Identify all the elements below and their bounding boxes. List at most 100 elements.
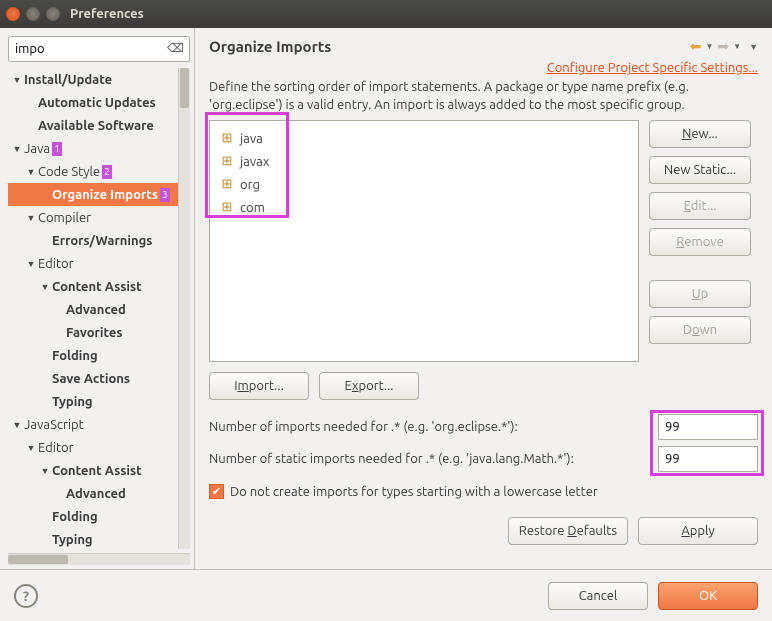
tree-item-available-software[interactable]: Available Software xyxy=(8,114,190,137)
tree-item-js-editor[interactable]: ▼Editor xyxy=(8,436,190,459)
page-nav-toolbar: ⬅ ▼ ➡ ▼ ▼ xyxy=(690,38,758,55)
tree-item-automatic-updates[interactable]: Automatic Updates xyxy=(8,91,190,114)
export-button[interactable]: Export... xyxy=(319,372,419,400)
import-group-item[interactable]: ⊞ com xyxy=(214,196,634,219)
package-icon: ⊞ xyxy=(220,132,234,146)
tree-item-java-editor[interactable]: ▼Editor xyxy=(8,252,190,275)
tree-item-label: Editor xyxy=(36,441,74,455)
expand-arrow-icon[interactable]: ▼ xyxy=(40,282,50,292)
tree-item-label: Folding xyxy=(50,510,98,524)
tree-item-advanced[interactable]: Advanced xyxy=(8,298,190,321)
import-button[interactable]: Import... xyxy=(209,372,309,400)
package-icon: ⊞ xyxy=(220,178,234,192)
new-static-button[interactable]: New Static... xyxy=(649,156,751,184)
window-maximize-button[interactable] xyxy=(46,7,60,21)
tree-item-label: Content Assist xyxy=(50,464,142,478)
package-icon: ⊞ xyxy=(220,155,234,169)
tree-item-label: Advanced xyxy=(64,303,126,317)
expand-arrow-icon[interactable]: ▼ xyxy=(12,420,22,430)
expand-arrow-icon[interactable]: ▼ xyxy=(12,75,22,85)
page-description: Define the sorting order of import state… xyxy=(209,79,758,114)
tree-item-label: Compiler xyxy=(36,211,91,225)
expand-arrow-icon[interactable]: ▼ xyxy=(26,167,36,177)
expand-arrow-icon[interactable]: ▼ xyxy=(26,259,36,269)
import-group-item[interactable]: ⊞javax xyxy=(214,150,634,173)
edit-button[interactable]: Edit... xyxy=(649,192,751,220)
tree-h-scrollbar[interactable] xyxy=(8,553,190,565)
nav-back-menu-icon[interactable]: ▼ xyxy=(706,42,714,51)
new-button[interactable]: New... xyxy=(649,120,751,148)
tree-item-javascript[interactable]: ▼JavaScript xyxy=(8,413,190,436)
tree-item-label: Install/Update xyxy=(22,73,112,87)
imports-threshold-label: Number of imports needed for .* (e.g. 'o… xyxy=(209,420,658,434)
tree-item-errors-warnings[interactable]: Errors/Warnings xyxy=(8,229,190,252)
tree-item-label: Typing xyxy=(50,395,93,409)
ok-button[interactable]: OK xyxy=(658,582,758,610)
window-minimize-button[interactable] xyxy=(26,7,40,21)
preferences-page: Organize Imports ⬅ ▼ ➡ ▼ ▼ Configure Pro… xyxy=(195,28,772,569)
import-group-item[interactable]: ⊞org xyxy=(214,173,634,196)
tree-item-label: Organize Imports xyxy=(50,188,158,202)
down-button[interactable]: Down xyxy=(649,316,751,344)
tree-item-compiler[interactable]: ▼Compiler xyxy=(8,206,190,229)
tree-item-label: Content Assist xyxy=(50,280,142,294)
page-title: Organize Imports xyxy=(209,38,331,55)
help-icon[interactable]: ? xyxy=(14,584,38,608)
tree-item-js-folding[interactable]: Folding xyxy=(8,505,190,528)
annotation-badge: 2 xyxy=(102,165,112,179)
clear-filter-icon[interactable]: ⌫ xyxy=(167,41,184,55)
configure-project-link[interactable]: Configure Project Specific Settings... xyxy=(547,61,758,75)
package-icon: ⊞ xyxy=(220,201,234,215)
remove-button[interactable]: Remove xyxy=(649,228,751,256)
import-order-list[interactable]: ⊞java⊞javax⊞org⊞com xyxy=(209,120,639,362)
import-group-label: java xyxy=(240,132,263,146)
expand-arrow-icon[interactable]: ▼ xyxy=(12,144,22,154)
tree-item-label: Folding xyxy=(50,349,98,363)
nav-forward-icon[interactable]: ➡ xyxy=(717,38,729,55)
tree-item-js-typing[interactable]: Typing xyxy=(8,528,190,549)
tree-item-save-actions[interactable]: Save Actions xyxy=(8,367,190,390)
tree-item-label: Automatic Updates xyxy=(36,96,156,110)
tree-item-code-style[interactable]: ▼Code Style2 xyxy=(8,160,190,183)
window-title: Preferences xyxy=(70,7,144,21)
tree-item-install-update[interactable]: ▼Install/Update xyxy=(8,68,190,91)
lowercase-types-checkbox[interactable]: ✔ xyxy=(209,484,224,499)
tree-item-label: Typing xyxy=(50,533,93,547)
nav-forward-menu-icon[interactable]: ▼ xyxy=(733,42,741,51)
tree-item-label: Available Software xyxy=(36,119,154,133)
preferences-tree[interactable]: ▼Install/UpdateAutomatic UpdatesAvailabl… xyxy=(8,68,190,549)
window-close-button[interactable] xyxy=(6,7,20,21)
tree-item-label: Save Actions xyxy=(50,372,130,386)
tree-scrollbar[interactable] xyxy=(178,68,190,549)
tree-item-label: Favorites xyxy=(64,326,123,340)
expand-arrow-icon[interactable]: ▼ xyxy=(40,466,50,476)
tree-item-content-assist[interactable]: ▼Content Assist xyxy=(8,275,190,298)
apply-button[interactable]: Apply xyxy=(638,517,758,545)
tree-item-java[interactable]: ▼Java1 xyxy=(8,137,190,160)
tree-item-folding[interactable]: Folding xyxy=(8,344,190,367)
restore-defaults-button[interactable]: Restore Defaults xyxy=(508,517,628,545)
dialog-button-bar: ? Cancel OK xyxy=(0,569,772,621)
annotation-badge: 3 xyxy=(160,188,170,202)
tree-item-js-content-assist[interactable]: ▼Content Assist xyxy=(8,459,190,482)
filter-input[interactable] xyxy=(8,36,190,62)
expand-arrow-icon[interactable]: ▼ xyxy=(26,443,36,453)
preferences-tree-panel: ⌫ ▼Install/UpdateAutomatic UpdatesAvaila… xyxy=(0,28,195,569)
nav-back-icon[interactable]: ⬅ xyxy=(690,38,702,55)
import-group-label: com xyxy=(240,201,265,215)
tree-item-label: Java xyxy=(22,142,50,156)
cancel-button[interactable]: Cancel xyxy=(548,582,648,610)
static-threshold-input[interactable] xyxy=(658,446,758,472)
tree-item-label: Editor xyxy=(36,257,74,271)
tree-item-js-advanced[interactable]: Advanced xyxy=(8,482,190,505)
tree-item-typing[interactable]: Typing xyxy=(8,390,190,413)
tree-item-organize-imports[interactable]: Organize Imports3 xyxy=(8,183,190,206)
tree-item-label: JavaScript xyxy=(22,418,84,432)
import-group-item[interactable]: ⊞ java xyxy=(214,127,634,150)
up-button[interactable]: Up xyxy=(649,280,751,308)
expand-arrow-icon[interactable]: ▼ xyxy=(26,213,36,223)
imports-threshold-input[interactable] xyxy=(658,414,758,440)
tree-item-favorites[interactable]: Favorites xyxy=(8,321,190,344)
nav-view-menu-icon[interactable]: ▼ xyxy=(749,42,758,52)
static-threshold-label: Number of static imports needed for .* (… xyxy=(209,452,658,466)
